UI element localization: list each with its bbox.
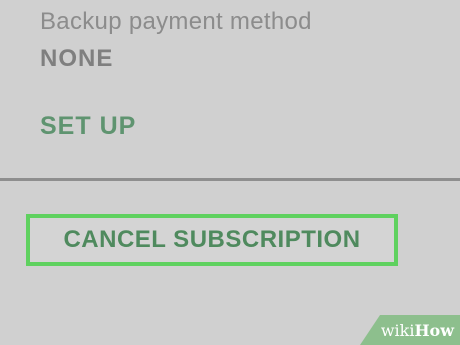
watermark-prefix: wiki xyxy=(380,320,415,340)
section-divider xyxy=(0,178,460,181)
cancel-subscription-button[interactable]: CANCEL SUBSCRIPTION xyxy=(26,214,398,266)
wikihow-watermark-logo: wiki How xyxy=(360,315,460,345)
backup-payment-value: NONE xyxy=(40,45,114,72)
subscription-settings-screen: Backup payment method NONE SET UP CANCEL… xyxy=(0,0,460,345)
setup-backup-payment-button[interactable]: SET UP xyxy=(40,112,136,141)
watermark-suffix: How xyxy=(414,320,454,340)
backup-payment-label: Backup payment method xyxy=(40,8,312,35)
cancel-subscription-label: CANCEL SUBSCRIPTION xyxy=(63,226,361,253)
